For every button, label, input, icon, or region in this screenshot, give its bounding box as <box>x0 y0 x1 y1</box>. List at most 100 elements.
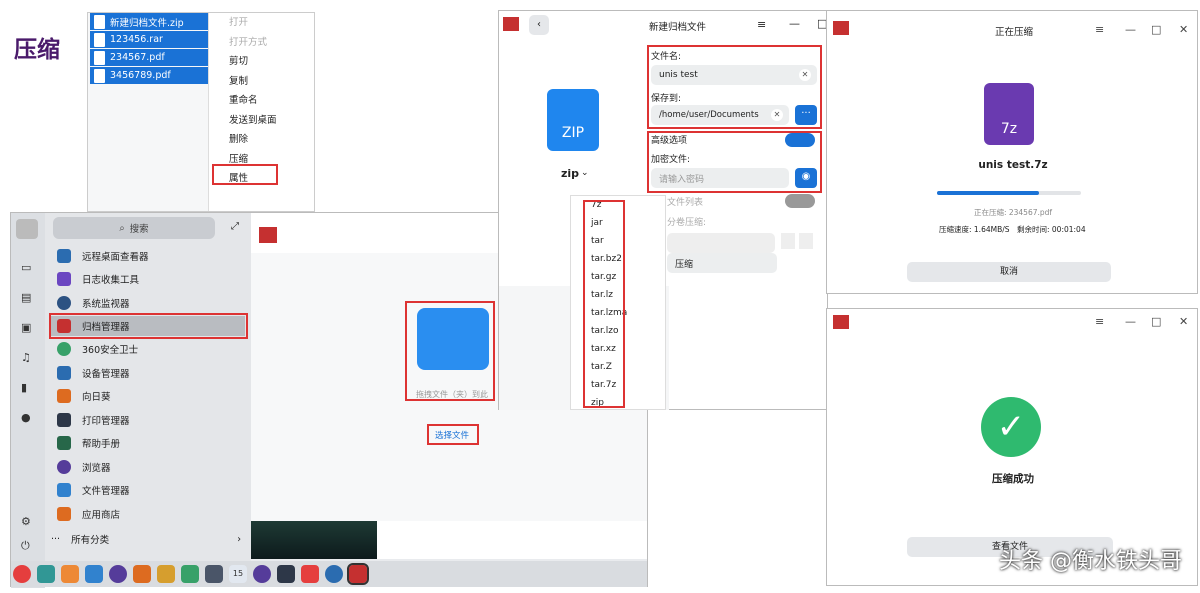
file-row-zip[interactable]: 新建归档文件.zip <box>90 13 210 30</box>
menu-cut[interactable]: 剪切 <box>209 52 314 72</box>
zip-file-icon: ZIP <box>547 89 599 151</box>
search-input[interactable]: ⌕ 搜索 <box>53 217 215 239</box>
desktop-icon[interactable] <box>37 565 55 583</box>
format-selector[interactable]: zip <box>561 167 579 180</box>
highlight-advanced <box>647 131 822 193</box>
window-title: 正在压缩 <box>995 27 1034 38</box>
app-item[interactable]: 应用商店 <box>57 504 247 524</box>
expand-icon[interactable]: ⤢ <box>231 221 239 232</box>
app-logo-icon <box>833 315 849 329</box>
menu-open-with[interactable]: 打开方式 <box>209 33 314 53</box>
highlight-archive-manager <box>49 313 248 339</box>
app-item[interactable]: 文件管理器 <box>57 480 247 500</box>
increase-button[interactable] <box>781 233 795 249</box>
music-icon[interactable]: ♫ <box>21 351 31 364</box>
app-item[interactable]: 远程桌面查看器 <box>57 246 247 266</box>
app-label: 浏览器 <box>82 463 111 474</box>
multitask-icon[interactable] <box>61 565 79 583</box>
file-row-pdf[interactable]: 234567.pdf <box>90 49 210 66</box>
app-label: 设备管理器 <box>82 369 130 380</box>
menu-copy[interactable]: 复制 <box>209 72 314 92</box>
file-row-pdf[interactable]: 3456789.pdf <box>90 67 210 84</box>
cancel-button[interactable]: 取消 <box>907 262 1111 282</box>
app-item[interactable]: 系统监视器 <box>57 293 247 313</box>
success-check-icon: ✓ <box>981 397 1041 457</box>
app-label: 打印管理器 <box>82 416 130 427</box>
decrease-button[interactable] <box>799 233 813 249</box>
document-icon[interactable]: ▤ <box>21 291 31 304</box>
photos-icon[interactable] <box>157 565 175 583</box>
file-list-label: 文件列表 <box>667 198 704 208</box>
taskbar: 15 <box>11 561 647 587</box>
close-icon[interactable]: ✕ <box>1179 315 1188 328</box>
menu-delete[interactable]: 删除 <box>209 130 314 150</box>
minimize-icon[interactable]: — <box>1125 315 1136 328</box>
highlight-name-path <box>647 45 822 129</box>
search-placeholder: 搜索 <box>129 224 149 235</box>
minimize-icon[interactable]: — <box>789 17 800 30</box>
menu-icon[interactable]: ≡ <box>1095 315 1104 328</box>
music-icon[interactable] <box>181 565 199 583</box>
app-label: 远程桌面查看器 <box>82 252 149 263</box>
maximize-icon[interactable]: □ <box>1151 315 1161 328</box>
browser-icon[interactable] <box>109 565 127 583</box>
file-name: 123456.rar <box>110 34 163 45</box>
all-categories[interactable]: ··· 所有分类 › <box>51 529 241 549</box>
menu-open[interactable]: 打开 <box>209 13 314 33</box>
menu-rename[interactable]: 重命名 <box>209 91 314 111</box>
download-icon[interactable]: ● <box>21 411 31 424</box>
power-icon[interactable]: ⏻ <box>21 539 30 553</box>
app-item[interactable]: 打印管理器 <box>57 410 247 430</box>
app-logo-icon <box>833 21 849 35</box>
document-viewer-icon[interactable] <box>205 565 223 583</box>
highlight-compress <box>212 164 278 185</box>
highlight-drop-zone <box>405 301 495 401</box>
more-icon: ··· <box>51 533 61 545</box>
maximize-icon[interactable]: □ <box>1151 23 1161 36</box>
file-list-toggle[interactable] <box>785 194 815 208</box>
app-item[interactable]: 360安全卫士 <box>57 339 247 359</box>
dialog-title: 新建归档文件 <box>649 22 707 33</box>
video-icon[interactable]: ▮ <box>21 381 27 394</box>
close-icon[interactable]: ✕ <box>1179 23 1188 36</box>
app-item[interactable]: 向日葵 <box>57 386 247 406</box>
progress-track <box>937 191 1081 195</box>
app-item[interactable]: 设备管理器 <box>57 363 247 383</box>
back-button[interactable]: ‹ <box>529 15 549 35</box>
app-item[interactable]: 浏览器 <box>57 457 247 477</box>
picture-icon[interactable]: ▣ <box>21 321 31 334</box>
highlight-select-file <box>427 424 479 445</box>
watermark: 头条 @衡水铁头哥 <box>999 549 1182 574</box>
monitor-icon[interactable] <box>325 565 343 583</box>
app-item[interactable]: 日志收集工具 <box>57 269 247 289</box>
terminal-icon[interactable] <box>277 565 295 583</box>
computer-icon[interactable]: ▭ <box>21 261 31 274</box>
7z-file-icon: 7z <box>984 83 1034 145</box>
app-item[interactable]: 帮助手册 <box>57 433 247 453</box>
store-icon[interactable] <box>133 565 151 583</box>
settings-icon[interactable]: ⚙ <box>21 515 31 528</box>
avatar[interactable] <box>16 219 38 239</box>
chevron-down-icon[interactable]: ⌄ <box>581 168 589 178</box>
launcher-icon[interactable] <box>13 565 31 583</box>
calendar-icon[interactable]: 15 <box>229 565 247 583</box>
app-icon[interactable] <box>301 565 319 583</box>
settings-icon[interactable] <box>253 565 271 583</box>
app-label: 系统监视器 <box>82 299 130 310</box>
compress-button[interactable]: 压缩 <box>667 253 777 273</box>
wallpaper-preview <box>251 521 377 559</box>
all-categories-label: 所有分类 <box>71 535 110 546</box>
file-name: 234567.pdf <box>110 52 165 63</box>
archive-manager-taskbar-icon[interactable] <box>347 563 369 585</box>
minimize-icon[interactable]: — <box>1125 23 1136 36</box>
system-monitor-icon <box>57 296 71 310</box>
app-logo-icon <box>503 17 519 31</box>
file-row-rar[interactable]: 123456.rar <box>90 31 210 48</box>
menu-icon[interactable]: ≡ <box>757 18 766 31</box>
app-label: 360安全卫士 <box>82 345 139 356</box>
app-label: 应用商店 <box>82 510 121 521</box>
files-icon[interactable] <box>85 565 103 583</box>
menu-icon[interactable]: ≡ <box>1095 23 1104 36</box>
split-size-input[interactable] <box>667 233 775 253</box>
menu-send-to-desktop[interactable]: 发送到桌面 <box>209 111 314 131</box>
